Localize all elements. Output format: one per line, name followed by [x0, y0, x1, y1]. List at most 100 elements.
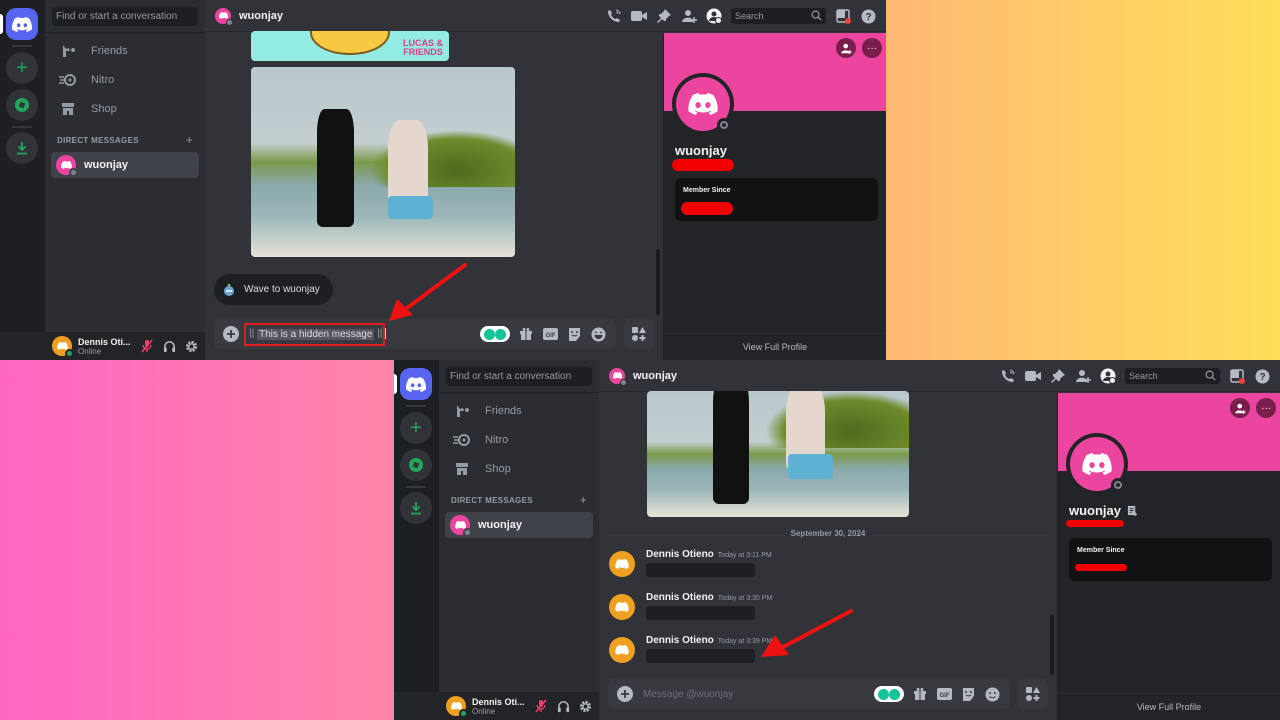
- spoiler-message-content[interactable]: [646, 563, 755, 577]
- status-offline-icon: [69, 168, 78, 177]
- message-avatar[interactable]: [609, 551, 635, 577]
- emoji-button[interactable]: [984, 686, 1000, 702]
- nav-friends[interactable]: Friends: [51, 38, 199, 64]
- header-search-input[interactable]: Search: [731, 8, 826, 24]
- self-avatar[interactable]: [446, 696, 468, 718]
- discover-button[interactable]: [400, 449, 432, 481]
- voice-call-button[interactable]: [606, 8, 622, 24]
- create-dm-button[interactable]: +: [186, 134, 193, 146]
- nav-nitro[interactable]: Nitro: [445, 427, 593, 453]
- view-full-profile-button[interactable]: View Full Profile: [664, 333, 886, 360]
- gif-button[interactable]: GIF: [936, 686, 952, 702]
- message-timestamp: Today at 3:30 PM: [717, 595, 773, 602]
- spoiler-message-content[interactable]: [646, 649, 755, 663]
- view-full-profile-button[interactable]: View Full Profile: [1058, 693, 1280, 720]
- gift-button[interactable]: [518, 326, 534, 342]
- header-search-input[interactable]: Search: [1125, 368, 1220, 384]
- download-apps-button[interactable]: [400, 492, 432, 524]
- more-options-button[interactable]: ···: [1256, 398, 1276, 418]
- create-dm-button[interactable]: +: [580, 494, 587, 506]
- user-profile-toggle-button[interactable]: [1100, 368, 1116, 384]
- nav-nitro[interactable]: Nitro: [51, 67, 199, 93]
- help-button[interactable]: ?: [860, 8, 876, 24]
- add-friend-button[interactable]: [1230, 398, 1250, 418]
- note-icon[interactable]: [1127, 505, 1138, 516]
- self-avatar[interactable]: [52, 336, 74, 358]
- status-offline-icon: [620, 378, 627, 386]
- gift-button[interactable]: [912, 686, 928, 702]
- sticker-button[interactable]: [960, 686, 976, 702]
- friends-icon: [59, 43, 77, 59]
- download-apps-button[interactable]: [6, 132, 38, 164]
- chat-scrollbar[interactable]: [1050, 615, 1054, 675]
- find-conversation-input[interactable]: Find or start a conversation: [52, 7, 198, 26]
- grammarly-extension[interactable]: [874, 686, 904, 702]
- add-friends-to-dm-button[interactable]: [681, 8, 697, 24]
- nav-shop[interactable]: Shop: [445, 456, 593, 482]
- chat-scrollbar[interactable]: [656, 249, 660, 315]
- chat-header: wuonjay Search ?: [205, 0, 886, 32]
- add-server-button[interactable]: +: [400, 412, 432, 444]
- deafen-button[interactable]: [556, 699, 570, 713]
- message-input[interactable]: Message @wuonjay: [643, 689, 874, 700]
- nitro-icon: [59, 72, 77, 88]
- wave-button[interactable]: Wave to wuonjay: [214, 274, 333, 305]
- mute-mic-button[interactable]: [140, 339, 154, 353]
- sticker-icon: [568, 327, 580, 341]
- add-friends-to-dm-button[interactable]: [1075, 368, 1091, 384]
- pin-icon: [1051, 369, 1065, 383]
- inbox-button[interactable]: [1229, 368, 1245, 384]
- add-friend-button[interactable]: [836, 38, 856, 58]
- selected-indicator: [394, 374, 397, 394]
- nav-friends[interactable]: Friends: [445, 398, 593, 424]
- grammarly-extension[interactable]: [480, 326, 510, 342]
- beach-photo[interactable]: [251, 67, 515, 257]
- discord-logo-icon: [454, 521, 466, 529]
- spoiler-message-content[interactable]: [646, 606, 755, 620]
- nav-shop[interactable]: Shop: [51, 96, 199, 122]
- beach-photo[interactable]: [647, 391, 909, 517]
- help-button[interactable]: ?: [1254, 368, 1270, 384]
- discord-logo-icon: [60, 161, 72, 169]
- mute-mic-button[interactable]: [534, 699, 548, 713]
- deafen-button[interactable]: [162, 339, 176, 353]
- discover-button[interactable]: [6, 89, 38, 121]
- profile-avatar[interactable]: [672, 73, 734, 135]
- more-options-button[interactable]: ···: [862, 38, 882, 58]
- sticker-button[interactable]: [566, 326, 582, 342]
- emoji-button[interactable]: [590, 326, 606, 342]
- add-attachment-icon[interactable]: [223, 326, 239, 342]
- pinned-messages-button[interactable]: [1050, 368, 1066, 384]
- profile-avatar[interactable]: [1066, 433, 1128, 495]
- message-avatar[interactable]: [609, 637, 635, 663]
- add-attachment-icon[interactable]: [617, 686, 633, 702]
- home-button[interactable]: [6, 8, 38, 40]
- search-icon: [1205, 370, 1216, 381]
- app-launcher-button[interactable]: [624, 319, 654, 349]
- pinned-messages-button[interactable]: [656, 8, 672, 24]
- user-settings-button[interactable]: [184, 339, 198, 353]
- inbox-button[interactable]: [835, 8, 851, 24]
- find-conversation-input[interactable]: Find or start a conversation: [446, 367, 592, 386]
- dm-item-wuonjay[interactable]: wuonjay: [51, 152, 199, 178]
- user-info[interactable]: Dennis Oti... Online: [472, 697, 528, 716]
- user-info[interactable]: Dennis Oti... Online: [78, 337, 134, 356]
- svg-text:?: ?: [1259, 372, 1265, 383]
- message-author[interactable]: Dennis Otieno: [646, 592, 714, 603]
- add-server-button[interactable]: +: [6, 52, 38, 84]
- video-call-button[interactable]: [631, 8, 647, 24]
- user-settings-button[interactable]: [578, 699, 592, 713]
- gif-button[interactable]: GIF: [542, 326, 558, 342]
- video-call-button[interactable]: [1025, 368, 1041, 384]
- message-author[interactable]: Dennis Otieno: [646, 549, 714, 560]
- voice-call-button[interactable]: [1000, 368, 1016, 384]
- dm-item-wuonjay[interactable]: wuonjay: [445, 512, 593, 538]
- cartoon-image[interactable]: LUCAS & FRIENDS: [251, 31, 449, 61]
- inbox-icon: [1229, 368, 1245, 384]
- app-launcher-button[interactable]: [1018, 679, 1048, 709]
- message-author[interactable]: Dennis Otieno: [646, 635, 714, 646]
- home-button[interactable]: [400, 368, 432, 400]
- user-profile-toggle-button[interactable]: [706, 8, 722, 24]
- message-avatar[interactable]: [609, 594, 635, 620]
- message-composer[interactable]: Message @wuonjay GIF: [608, 679, 1010, 709]
